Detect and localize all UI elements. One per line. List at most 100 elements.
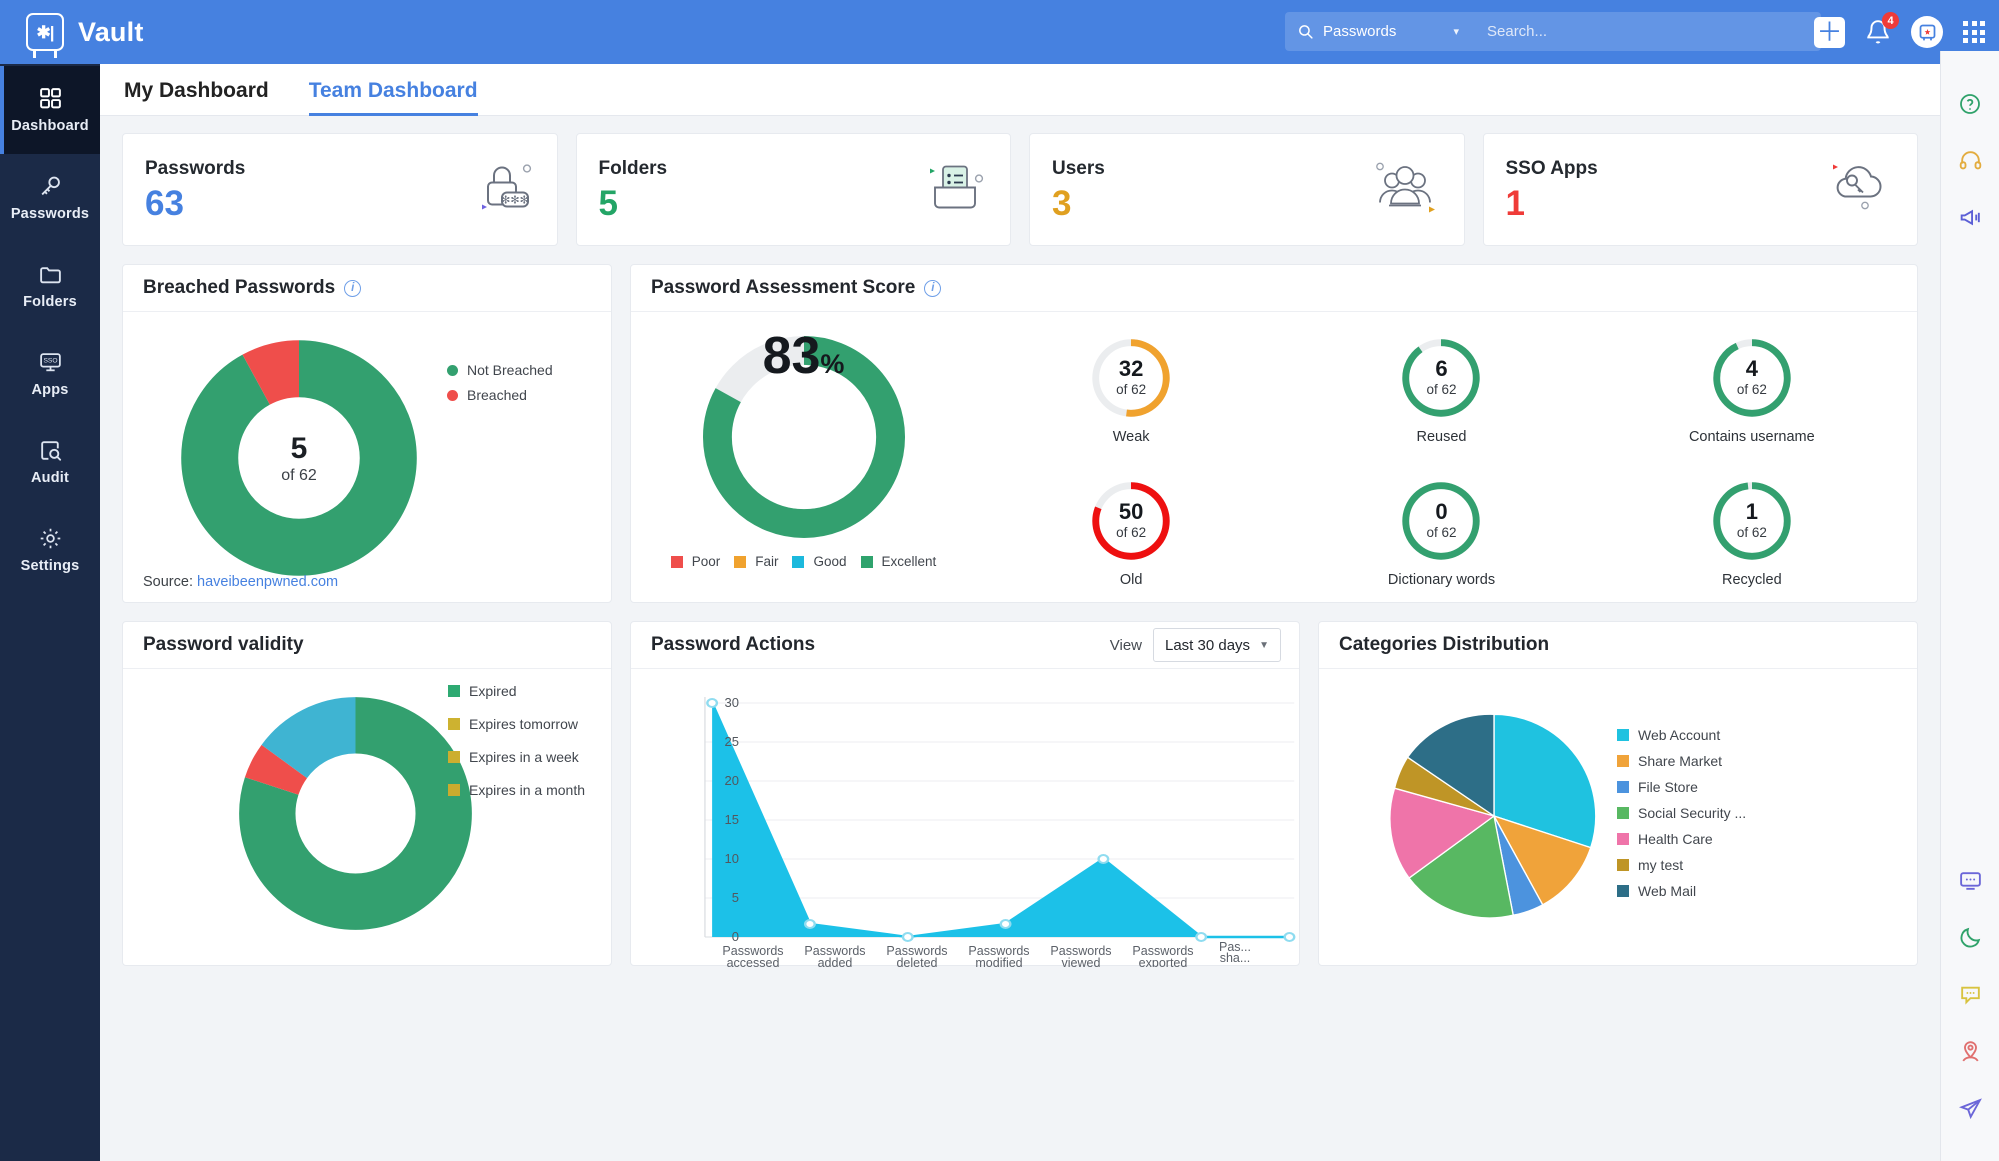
search-input[interactable]: [1471, 12, 1821, 51]
moon-darkmode-icon: [1960, 927, 1980, 948]
legend-item[interactable]: Breached: [447, 387, 553, 403]
app-grid-icon[interactable]: [1963, 21, 1985, 43]
legend-swatch: [734, 555, 747, 568]
actions-chart-body[interactable]: 30 25 20 15 10 5 0 Passwords accessed Pa…: [631, 669, 1299, 967]
legend-item[interactable]: Not Breached: [447, 362, 553, 378]
kpi-card-users[interactable]: Users 3: [1029, 133, 1465, 246]
metric-of: of 62: [1426, 382, 1457, 397]
vault-safe-icon: ✱|: [26, 13, 64, 58]
kpi-card-folders[interactable]: Folders 5: [575, 133, 1011, 246]
moon-darkmode-icon-button[interactable]: [1941, 909, 1999, 966]
headset-support-icon-button[interactable]: [1941, 132, 1999, 189]
legend-item[interactable]: Health Care: [1617, 831, 1746, 847]
send-telegram-icon: [1958, 1098, 1982, 1120]
sidebar-item-passwords[interactable]: Passwords: [0, 154, 100, 242]
sso-monitor-icon: SSO: [39, 353, 61, 372]
legend-label: Poor: [691, 554, 721, 569]
notifications-button[interactable]: 4: [1865, 12, 1899, 45]
validity-donut[interactable]: [233, 691, 478, 941]
card-title: Password Assessment Score: [651, 277, 916, 298]
assessment-body: 83 % Poor Fair Good Excellent 32 of 62 W…: [631, 312, 1917, 604]
metric-ring: 50 of 62: [1088, 478, 1174, 564]
view-range-select[interactable]: Last 30 days ▼: [1153, 628, 1281, 662]
sidebar-item-label: Apps: [31, 382, 69, 398]
metric-weak[interactable]: 32 of 62 Weak: [976, 318, 1286, 461]
card-title: Breached Passwords: [143, 277, 336, 298]
breached-source: Source: haveibeenpwned.com: [143, 574, 338, 590]
kpi-card-sso-apps[interactable]: SSO Apps 1: [1482, 133, 1918, 246]
metric-old[interactable]: 50 of 62 Old: [976, 461, 1286, 604]
legend-item[interactable]: Expires in a week: [448, 749, 585, 765]
legend-swatch: [1617, 833, 1629, 845]
legend-item[interactable]: Poor: [670, 554, 721, 569]
sidebar-item-audit[interactable]: Audit: [0, 418, 100, 506]
gear-icon: [40, 528, 60, 549]
legend-item[interactable]: Expired: [448, 683, 585, 699]
legend-item[interactable]: Good: [792, 554, 847, 569]
feedback-bubble-icon-button[interactable]: [1941, 966, 1999, 1023]
app-brand[interactable]: ✱| Vault: [0, 13, 320, 58]
add-new-button[interactable]: ＋: [1814, 16, 1845, 48]
main-content: My Dashboard Team Dashboard Passwords 63…: [100, 64, 1940, 1161]
source-link[interactable]: haveibeenpwned.com: [197, 574, 338, 590]
megaphone-announcement-icon-button[interactable]: [1941, 189, 1999, 246]
users-group-icon: [1370, 156, 1442, 223]
tab-team-dashboard[interactable]: Team Dashboard: [308, 79, 478, 116]
info-icon[interactable]: i: [344, 279, 362, 297]
legend-item[interactable]: Web Account: [1617, 727, 1746, 743]
legend-label: Expires tomorrow: [469, 716, 578, 732]
info-icon[interactable]: i: [924, 279, 942, 297]
categories-pie[interactable]: [1381, 703, 1607, 934]
legend-swatch: [448, 784, 461, 796]
search-icon: [1299, 25, 1313, 39]
sidebar-item-dashboard[interactable]: Dashboard: [0, 66, 100, 154]
legend-item[interactable]: my test: [1617, 857, 1746, 873]
search-scope-label: Passwords: [1323, 23, 1397, 40]
send-telegram-icon-button[interactable]: [1941, 1080, 1999, 1137]
svg-text:✻✻✻: ✻✻✻: [501, 194, 529, 206]
search-scope-dropdown[interactable]: Passwords ▾: [1285, 12, 1471, 51]
legend-label: Health Care: [1638, 831, 1713, 847]
legend-label: my test: [1638, 857, 1684, 873]
metric-of: of 62: [1736, 382, 1767, 397]
kpi-cards: Passwords 63 ✻✻✻ Folders 5 Users 3 SSO A…: [122, 133, 1918, 246]
user-location-icon-button[interactable]: [1941, 1023, 1999, 1080]
metric-value: 0: [1435, 499, 1448, 524]
sidebar-item-folders[interactable]: Folders: [0, 242, 100, 330]
breached-donut[interactable]: 5 of 62: [147, 334, 447, 579]
kpi-card-passwords[interactable]: Passwords 63 ✻✻✻: [122, 133, 558, 246]
tab-my-dashboard[interactable]: My Dashboard: [124, 79, 269, 115]
avatar[interactable]: [1911, 16, 1943, 48]
sidebar-item-apps[interactable]: SSO Apps: [0, 330, 100, 418]
metric-ring: 6 of 62: [1398, 335, 1484, 421]
right-rail: [1940, 51, 1999, 1161]
assessment-donut[interactable]: 83 %: [693, 326, 915, 548]
legend-item[interactable]: Expires in a month: [448, 782, 585, 798]
sidebar-item-label: Audit: [30, 470, 70, 486]
metric-recycled[interactable]: 1 of 62 Recycled: [1597, 461, 1907, 604]
feedback-bubble-icon: [1960, 986, 1980, 1005]
y-tick: 25: [725, 734, 739, 749]
legend-swatch: [448, 751, 461, 763]
row-validity-actions-categories: Password validity Expired Expires tomorr…: [122, 621, 1918, 967]
legend-item[interactable]: Share Market: [1617, 753, 1746, 769]
help-question-icon-button[interactable]: [1941, 75, 1999, 132]
legend-item[interactable]: Social Security ...: [1617, 805, 1746, 821]
metric-contains-username[interactable]: 4 of 62 Contains username: [1597, 318, 1907, 461]
legend-item[interactable]: Web Mail: [1617, 883, 1746, 899]
legend-item[interactable]: Expires tomorrow: [448, 716, 585, 732]
chat-monitor-icon-button[interactable]: [1941, 852, 1999, 909]
metric-ring: 4 of 62: [1709, 335, 1795, 421]
legend-item[interactable]: File Store: [1617, 779, 1746, 795]
legend-item[interactable]: Fair: [734, 554, 778, 569]
y-tick: 0: [732, 929, 739, 944]
sidebar-item-settings[interactable]: Settings: [0, 506, 100, 594]
metric-dictionary-words[interactable]: 0 of 62 Dictionary words: [1286, 461, 1596, 604]
row-breached-assessment: Breached Passwords i 5 of 62 Not Breache…: [122, 264, 1918, 603]
legend-item[interactable]: Excellent: [860, 554, 936, 569]
metric-label: Old: [1119, 571, 1143, 588]
card-header: Password validity: [123, 622, 611, 669]
legend-label: Breached: [467, 387, 527, 403]
metric-reused[interactable]: 6 of 62 Reused: [1286, 318, 1596, 461]
metric-value: 6: [1435, 356, 1448, 381]
